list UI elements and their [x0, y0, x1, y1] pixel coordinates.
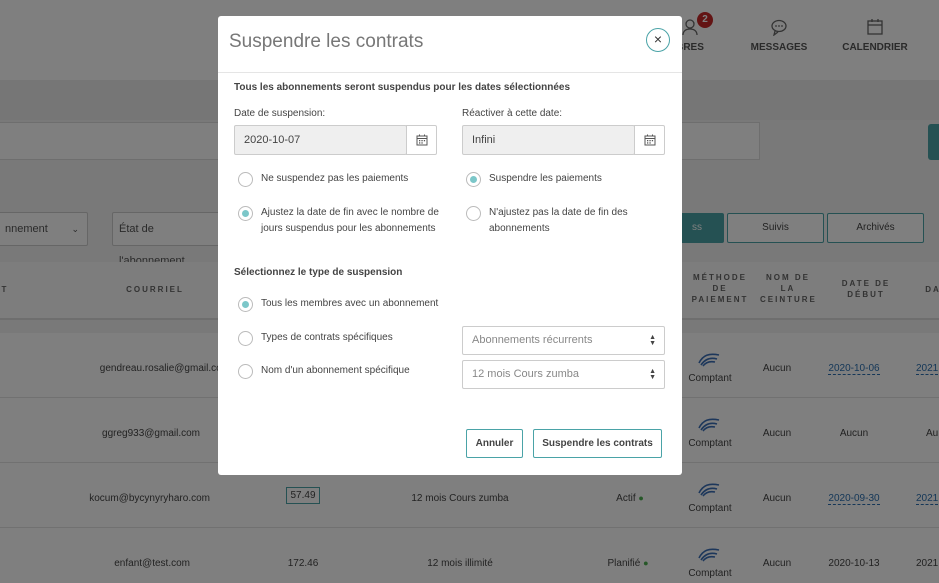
- suspension-date-value: 2020-10-07: [244, 134, 301, 146]
- radio-specific-contract-types-label: Types de contrats spécifiques: [261, 332, 393, 343]
- suspension-date-label: Date de suspension:: [234, 108, 326, 119]
- close-button[interactable]: ×: [646, 28, 670, 52]
- radio-no-adjust-end-date-label: N'ajustez pas la date de fin des abonnem…: [489, 207, 628, 234]
- suspension-date-input[interactable]: 2020-10-07: [234, 125, 407, 155]
- radio-adjust-end-date-label: Ajustez la date de fin avec le nombre de…: [261, 207, 439, 234]
- radio-all-members-label: Tous les membres avec un abonnement: [261, 298, 439, 309]
- cancel-button[interactable]: Annuler: [466, 429, 523, 458]
- header-divider: [218, 72, 682, 73]
- radio-all-members[interactable]: [238, 297, 253, 312]
- radio-no-suspend-payments[interactable]: [238, 172, 253, 187]
- suspend-contracts-button[interactable]: Suspendre les contrats: [533, 429, 662, 458]
- radio-specific-subscription-label: Nom d'un abonnement spécifique: [261, 365, 410, 376]
- select-arrows-icon: ▲ ▼: [649, 334, 656, 347]
- radio-adjust-end-date[interactable]: [238, 206, 253, 221]
- suspend-contracts-button-label: Suspendre les contrats: [542, 438, 653, 449]
- select-arrows-icon: ▲ ▼: [649, 368, 656, 381]
- radio-no-adjust-end-date[interactable]: [466, 206, 481, 221]
- radio-suspend-payments-label: Suspendre les paiements: [489, 173, 602, 184]
- calendar-icon: [416, 134, 427, 146]
- reactivate-date-input[interactable]: Infini: [462, 125, 635, 155]
- reactivate-date-label: Réactiver à cette date:: [462, 108, 563, 119]
- radio-no-suspend-payments-label: Ne suspendez pas les paiements: [261, 173, 409, 184]
- subscription-select[interactable]: 12 mois Cours zumba ▲ ▼: [462, 360, 665, 389]
- cancel-button-label: Annuler: [475, 438, 514, 449]
- modal-title: Suspendre les contrats: [229, 31, 424, 52]
- suspend-contracts-modal: Suspendre les contrats × Tous les abonne…: [218, 16, 682, 475]
- radio-suspend-payments[interactable]: [466, 172, 481, 187]
- radio-specific-subscription[interactable]: [238, 364, 253, 379]
- close-icon: ×: [653, 31, 663, 47]
- contract-type-select-value: Abonnements récurrents: [472, 334, 593, 346]
- calendar-icon: [644, 134, 655, 146]
- suspension-date-picker-button[interactable]: [406, 125, 437, 155]
- intro-text: Tous les abonnements seront suspendus po…: [234, 82, 571, 93]
- reactivate-date-picker-button[interactable]: [634, 125, 665, 155]
- reactivate-date-value: Infini: [472, 134, 496, 146]
- radio-specific-contract-types[interactable]: [238, 331, 253, 346]
- contract-type-select[interactable]: Abonnements récurrents ▲ ▼: [462, 326, 665, 355]
- subscription-select-value: 12 mois Cours zumba: [472, 368, 579, 380]
- suspension-type-title: Sélectionnez le type de suspension: [234, 267, 403, 278]
